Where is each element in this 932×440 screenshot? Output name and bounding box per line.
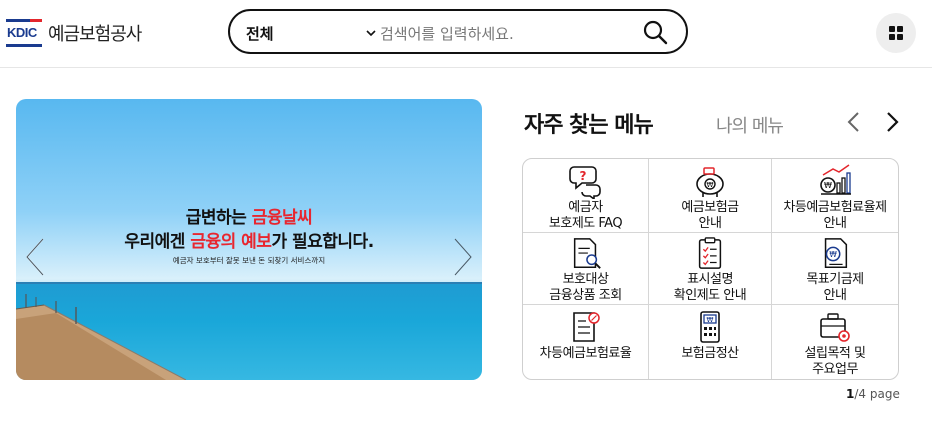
logo-text-en: KDIC	[7, 25, 37, 40]
menu-item-purpose-and-duties[interactable]: 설립목적 및 주요업무	[772, 305, 898, 379]
faq-icon: ?	[568, 166, 601, 199]
site-logo[interactable]: KDIC 예금보험공사	[6, 18, 142, 48]
banner-subtitle: 예금자 보호부터 잘못 보낸 돈 되찾기 서비스까지	[172, 256, 326, 265]
pier-image	[16, 294, 186, 380]
menu-item-protected-products[interactable]: 보호대상 금융상품 조회	[523, 233, 649, 305]
logo-text-ko: 예금보험공사	[48, 24, 142, 45]
search-bar: 전체 검색어를 입력하세요.	[228, 9, 688, 54]
svg-text:?: ?	[579, 169, 586, 183]
menu-item-label: 차등예금보험료율	[539, 346, 632, 361]
menu-item-label: 보호대상 금융상품 조회	[549, 272, 622, 303]
menu-item-target-fund[interactable]: ₩ 목표기금제 안내	[772, 233, 898, 305]
main-banner[interactable]: 급변하는 금융날씨 우리에겐 금융의 예보가 필요합니다. 예금자 보호부터 잘…	[16, 99, 482, 380]
svg-text:₩: ₩	[707, 316, 714, 324]
rate-chart-icon: ₩	[820, 164, 851, 195]
site-header: KDIC 예금보험공사 전체 검색어를 입력하세요.	[0, 0, 932, 68]
banner-headline-2: 우리에겐 금융의 예보가 필요합니다.	[124, 232, 374, 252]
menu-item-insurance-payout[interactable]: ₩ 예금보험금 안내	[649, 159, 772, 233]
chevron-right-icon[interactable]	[882, 110, 902, 134]
rate-document-icon	[572, 312, 600, 342]
document-search-icon	[573, 238, 601, 269]
frequent-menu-tab[interactable]: 자주 찾는 메뉴	[524, 107, 654, 139]
chevron-down-icon	[366, 30, 376, 37]
search-icon[interactable]	[642, 19, 668, 45]
page-total: /4 page	[854, 387, 900, 401]
frequent-menu-grid: ? 예금자 보호제도 FAQ ₩ 예금보험금 안내 ₩ 차등예금보험료율제 안내	[522, 158, 899, 380]
banner-next-icon[interactable]	[452, 237, 474, 277]
calculator-icon: ₩	[700, 311, 720, 343]
menu-item-label: 예금자 보호제도 FAQ	[548, 200, 623, 231]
banner-prev-icon[interactable]	[24, 237, 46, 277]
menu-item-label: 차등예금보험료율제 안내	[783, 200, 887, 231]
search-category-select[interactable]: 전체	[246, 23, 376, 43]
menu-item-label: 예금보험금 안내	[681, 200, 739, 231]
fund-document-icon: ₩	[824, 238, 848, 268]
my-menu-tab[interactable]: 나의 메뉴	[716, 112, 784, 138]
search-input[interactable]: 검색어를 입력하세요.	[380, 23, 514, 44]
search-category-value: 전체	[246, 24, 274, 43]
chevron-left-icon[interactable]	[844, 110, 864, 134]
menu-item-label: 목표기금제 안내	[806, 272, 864, 303]
briefcase-gear-icon	[820, 313, 850, 342]
menu-pagination: 1/4 page	[846, 387, 900, 401]
checklist-icon	[698, 237, 722, 269]
menu-item-insurance-settlement[interactable]: ₩ 보험금정산	[649, 305, 772, 379]
menu-item-label: 설립목적 및 주요업무	[804, 346, 866, 377]
menu-item-disclosure-check[interactable]: 표시설명 확인제도 안내	[649, 233, 772, 305]
svg-text:₩: ₩	[829, 250, 837, 259]
svg-text:₩: ₩	[707, 181, 714, 189]
menu-item-depositor-faq[interactable]: ? 예금자 보호제도 FAQ	[523, 159, 649, 233]
grid-icon	[889, 26, 903, 40]
kdic-logo-mark: KDIC	[6, 19, 42, 47]
menu-item-label: 표시설명 확인제도 안내	[673, 272, 747, 303]
piggy-bank-icon: ₩	[696, 167, 724, 197]
banner-headline-1: 급변하는 금융날씨	[185, 208, 313, 228]
all-menu-button[interactable]	[876, 13, 916, 53]
svg-text:₩: ₩	[824, 181, 832, 190]
menu-item-label: 보험금정산	[681, 346, 739, 361]
menu-item-differential-premium[interactable]: 차등예금보험료율	[523, 305, 649, 379]
menu-item-differential-premium-info[interactable]: ₩ 차등예금보험료율제 안내	[772, 159, 898, 233]
